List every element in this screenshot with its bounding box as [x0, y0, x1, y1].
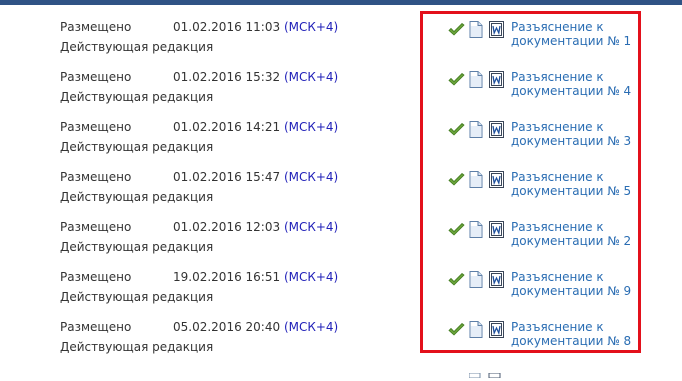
list-item: Размещено 01.02.2016 14:21 (МСК+4) Дейст…: [0, 120, 682, 170]
document-link[interactable]: Разъяснение к документации № 8: [511, 320, 641, 348]
check-icon: [448, 272, 465, 290]
placement-date: 01.02.2016 11:03 (МСК+4): [173, 20, 338, 35]
timezone-text: (МСК+4): [283, 120, 339, 134]
datetime-text: 01.02.2016 12:03: [173, 220, 281, 234]
status-text: Размещено: [60, 270, 132, 284]
placement-date: 01.02.2016 14:21 (МСК+4): [173, 120, 338, 135]
status-text: Размещено: [60, 20, 132, 34]
timezone-text: (МСК+4): [283, 70, 339, 84]
edition-text: Действующая редакция: [60, 190, 214, 204]
link-line-2: документации № 1: [511, 34, 632, 48]
word-doc-icon[interactable]: [489, 21, 504, 41]
list-item: Размещено 05.02.2016 20:40 (МСК+4) Дейст…: [0, 320, 682, 370]
partial-next-row-icons: [468, 367, 509, 381]
edition-text: Действующая редакция: [60, 90, 214, 104]
edition-text: Действующая редакция: [60, 40, 214, 54]
document-link[interactable]: Разъяснение к документации № 4: [511, 70, 641, 98]
link-line-2: документации № 5: [511, 184, 632, 198]
timezone-text: (МСК+4): [283, 170, 339, 184]
document-icon[interactable]: [469, 171, 483, 191]
datetime-text: 19.02.2016 16:51: [173, 270, 281, 284]
document-icon[interactable]: [469, 71, 483, 91]
word-doc-icon[interactable]: [489, 71, 504, 91]
check-icon: [448, 72, 465, 90]
link-line-1: Разъяснение к: [511, 220, 604, 234]
document-icon[interactable]: [469, 221, 483, 241]
check-icon: [448, 122, 465, 140]
status-text: Размещено: [60, 120, 132, 134]
status-text: Размещено: [60, 220, 132, 234]
document-icon[interactable]: [469, 271, 483, 291]
edition-text: Действующая редакция: [60, 240, 214, 254]
edition-text: Действующая редакция: [60, 290, 214, 304]
edition-text: Действующая редакция: [60, 140, 214, 154]
placement-date: 01.02.2016 15:47 (МСК+4): [173, 170, 338, 185]
datetime-text: 05.02.2016 20:40: [173, 320, 281, 334]
list-item: Размещено 01.02.2016 11:03 (МСК+4) Дейст…: [0, 20, 682, 70]
list-item: Размещено 01.02.2016 12:03 (МСК+4) Дейст…: [0, 220, 682, 270]
placement-date: 01.02.2016 15:32 (МСК+4): [173, 70, 338, 85]
link-line-1: Разъяснение к: [511, 120, 604, 134]
check-icon: [448, 222, 465, 240]
document-icon[interactable]: [469, 21, 483, 41]
link-line-2: документации № 3: [511, 134, 632, 148]
datetime-text: 01.02.2016 14:21: [173, 120, 281, 134]
check-icon: [448, 322, 465, 340]
list-item: Размещено 01.02.2016 15:32 (МСК+4) Дейст…: [0, 70, 682, 120]
list-item: Размещено 19.02.2016 16:51 (МСК+4) Дейст…: [0, 270, 682, 320]
check-icon: [448, 172, 465, 190]
document-link[interactable]: Разъяснение к документации № 2: [511, 220, 641, 248]
word-doc-icon[interactable]: [489, 321, 504, 341]
list-item: Размещено 01.02.2016 15:47 (МСК+4) Дейст…: [0, 170, 682, 220]
link-line-1: Разъяснение к: [511, 70, 604, 84]
link-line-1: Разъяснение к: [511, 320, 604, 334]
word-doc-icon[interactable]: [489, 271, 504, 291]
document-link[interactable]: Разъяснение к документации № 1: [511, 20, 641, 48]
link-line-1: Разъяснение к: [511, 170, 604, 184]
placement-date: 05.02.2016 20:40 (МСК+4): [173, 320, 338, 335]
placement-date: 19.02.2016 16:51 (МСК+4): [173, 270, 338, 285]
document-link[interactable]: Разъяснение к документации № 3: [511, 120, 641, 148]
document-link[interactable]: Разъяснение к документации № 5: [511, 170, 641, 198]
status-text: Размещено: [60, 320, 132, 334]
link-line-2: документации № 9: [511, 284, 632, 298]
timezone-text: (МСК+4): [283, 20, 339, 34]
document-icon[interactable]: [469, 121, 483, 141]
word-doc-icon[interactable]: [489, 221, 504, 241]
link-line-1: Разъяснение к: [511, 270, 604, 284]
word-doc-icon[interactable]: [489, 171, 504, 191]
placement-date: 01.02.2016 12:03 (МСК+4): [173, 220, 338, 235]
timezone-text: (МСК+4): [283, 220, 339, 234]
link-line-2: документации № 8: [511, 334, 632, 348]
datetime-text: 01.02.2016 15:32: [173, 70, 281, 84]
header-bar: [0, 0, 682, 5]
link-line-1: Разъяснение к: [511, 20, 604, 34]
document-link[interactable]: Разъяснение к документации № 9: [511, 270, 641, 298]
datetime-text: 01.02.2016 15:47: [173, 170, 281, 184]
word-doc-icon[interactable]: [489, 121, 504, 141]
timezone-text: (МСК+4): [283, 320, 339, 334]
check-icon: [448, 22, 465, 40]
link-line-2: документации № 2: [511, 234, 632, 248]
datetime-text: 01.02.2016 11:03: [173, 20, 281, 34]
document-icon[interactable]: [469, 321, 483, 341]
status-text: Размещено: [60, 170, 132, 184]
status-text: Размещено: [60, 70, 132, 84]
link-line-2: документации № 4: [511, 84, 632, 98]
timezone-text: (МСК+4): [283, 270, 339, 284]
edition-text: Действующая редакция: [60, 340, 214, 354]
